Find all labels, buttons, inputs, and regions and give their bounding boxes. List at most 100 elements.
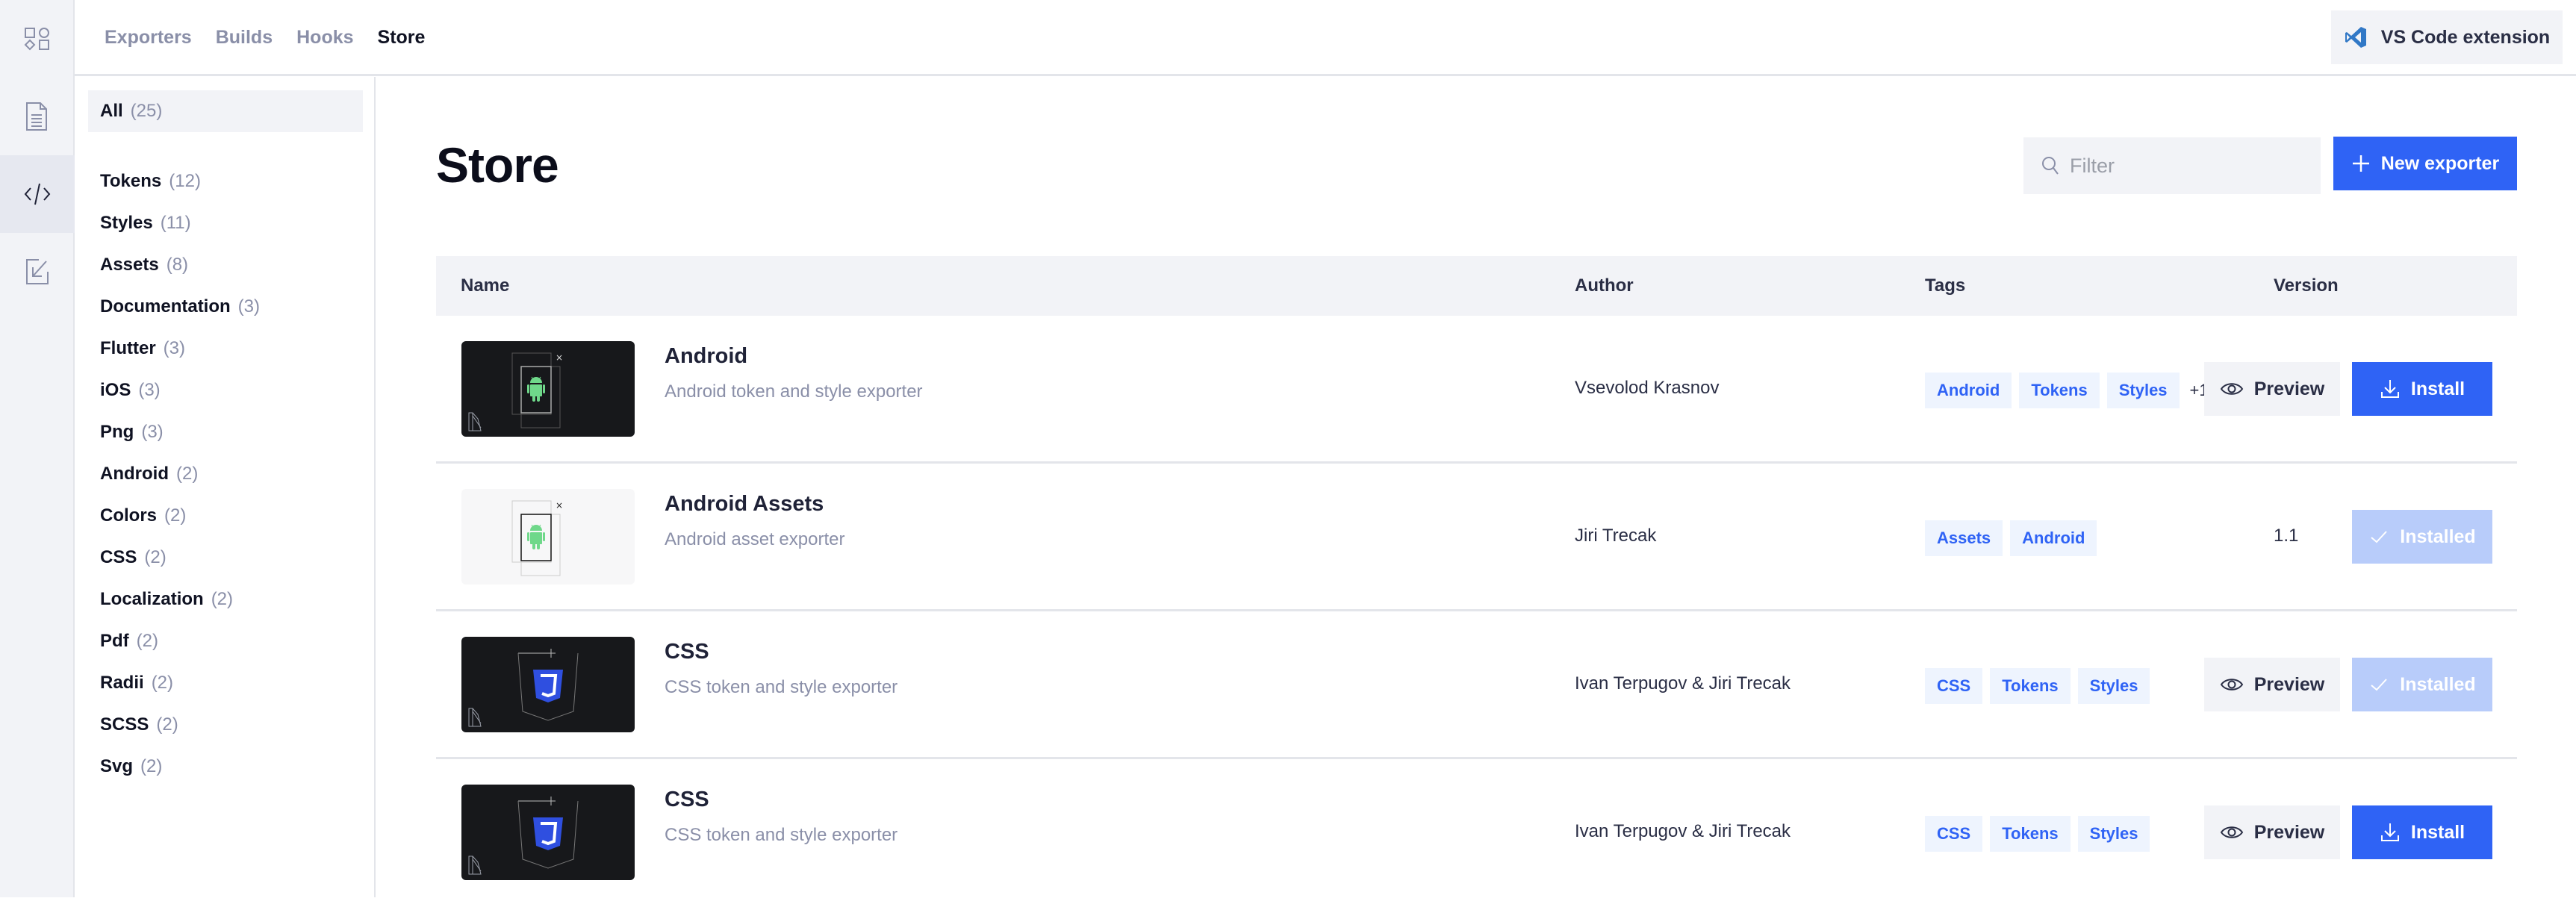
category-label: Colors [100, 505, 157, 526]
preview-button[interactable]: Preview [2204, 362, 2340, 416]
exporter-version: 1.1 [2274, 464, 2298, 608]
category-label: SCSS [100, 714, 149, 735]
column-header-author[interactable]: Author [1575, 256, 1634, 316]
document-icon [24, 102, 51, 131]
category-item-scss[interactable]: SCSS(2) [88, 704, 363, 746]
filter-field[interactable] [2023, 137, 2321, 194]
category-item-png[interactable]: Png (3) [88, 411, 363, 453]
category-item-assets[interactable]: Assets(8) [88, 244, 363, 286]
tag-badge[interactable]: Styles [2078, 668, 2150, 704]
column-header-version[interactable]: Version [2274, 256, 2339, 316]
category-label: Android [100, 464, 169, 484]
eye-icon [2220, 676, 2244, 693]
android-robot-icon [527, 525, 545, 549]
search-icon [2041, 156, 2059, 175]
top-nav: Exporters Builds Hooks Store [105, 0, 425, 75]
category-item-svg[interactable]: Svg(2) [88, 746, 363, 788]
exporter-tags: AndroidTokensStyles+1 [1925, 373, 2209, 408]
category-count: (2) [176, 464, 198, 484]
exporter-tags: CSSTokensStyles [1925, 668, 2150, 704]
tag-badge[interactable]: Android [2010, 520, 2097, 556]
install-button[interactable]: Install [2352, 805, 2492, 859]
category-item-flutter[interactable]: Flutter(3) [88, 328, 363, 370]
tag-badge[interactable]: Tokens [2019, 373, 2099, 408]
exporters-table: Name Author Tags Version ×AndroidAndroid… [436, 256, 2517, 907]
tag-badge[interactable]: Assets [1925, 520, 2003, 556]
exporter-author: Vsevolod Krasnov [1575, 316, 1719, 461]
category-item-localization[interactable]: Localization(2) [88, 579, 363, 620]
tag-badge[interactable]: CSS [1925, 668, 1982, 704]
tag-badge[interactable]: Tokens [1990, 816, 2070, 852]
category-count: (3) [141, 422, 163, 443]
category-item-styles[interactable]: Styles (11) [88, 202, 363, 244]
category-label: Pdf [100, 631, 129, 652]
app-rail [0, 0, 75, 897]
supernova-logo-icon [469, 708, 481, 726]
table-row[interactable]: ×Android AssetsAndroid asset exporterJir… [436, 464, 2517, 611]
install-label: Install [2411, 378, 2465, 400]
category-count: (2) [164, 505, 186, 526]
category-label: Styles [100, 213, 153, 234]
vscode-extension-button[interactable]: VS Code extension [2331, 10, 2563, 64]
category-count: (11) [161, 213, 191, 234]
exporter-name[interactable]: CSS [665, 788, 709, 812]
new-exporter-button[interactable]: New exporter [2333, 137, 2517, 190]
svg-text:×: × [556, 500, 563, 511]
exporter-description: CSS token and style exporter [665, 825, 897, 846]
category-item-android[interactable]: Android (2) [88, 453, 363, 495]
exporter-name[interactable]: Android Assets [665, 492, 824, 517]
exporter-name[interactable]: Android [665, 344, 747, 369]
table-row[interactable]: ×AndroidAndroid token and style exporter… [436, 316, 2517, 464]
category-count: (3) [164, 338, 185, 359]
category-label: Documentation [100, 296, 231, 317]
table-row[interactable]: CSSCSS token and style exporterIvan Terp… [436, 759, 2517, 907]
category-item-pdf[interactable]: Pdf (2) [88, 620, 363, 662]
preview-button[interactable]: Preview [2204, 805, 2340, 859]
nav-exporters[interactable]: Exporters [105, 27, 192, 49]
category-item-documentation[interactable]: Documentation(3) [88, 286, 363, 328]
rail-item-documentation[interactable] [0, 78, 75, 155]
download-icon [2380, 378, 2401, 399]
tag-badge[interactable]: Tokens [1990, 668, 2070, 704]
column-header-name[interactable]: Name [461, 256, 509, 316]
category-item-colors[interactable]: Colors (2) [88, 495, 363, 537]
android-robot-icon [527, 377, 545, 402]
tag-badge[interactable]: CSS [1925, 816, 1982, 852]
category-label: All [100, 101, 123, 122]
tag-badge[interactable]: Styles [2107, 373, 2180, 408]
category-item-tokens[interactable]: Tokens(12) [88, 160, 363, 202]
android-thumbnail-art: × [461, 341, 635, 437]
plus-icon [2351, 154, 2371, 173]
category-count: (2) [140, 756, 162, 777]
category-item-radii[interactable]: Radii(2) [88, 662, 363, 704]
download-icon [2380, 822, 2401, 843]
column-header-tags[interactable]: Tags [1925, 256, 1965, 316]
rail-item-code[interactable] [0, 155, 75, 233]
category-item-css[interactable]: CSS(2) [88, 537, 363, 579]
category-label: CSS [100, 547, 137, 568]
rail-item-import[interactable] [0, 233, 75, 311]
nav-hooks[interactable]: Hooks [296, 27, 353, 49]
category-item-all[interactable]: All(25) [88, 90, 363, 132]
nav-builds[interactable]: Builds [216, 27, 273, 49]
table-row[interactable]: CSSCSS token and style exporterIvan Terp… [436, 611, 2517, 759]
rail-item-components[interactable] [0, 0, 75, 78]
tag-badge[interactable]: Android [1925, 373, 2012, 408]
install-button[interactable]: Install [2352, 362, 2492, 416]
css-thumbnail-art [461, 785, 635, 880]
category-label: Png [100, 422, 134, 443]
exporter-thumbnail [461, 637, 635, 732]
top-bar: Exporters Builds Hooks Store VS Code ext… [75, 0, 2576, 76]
install-label: Install [2411, 822, 2465, 844]
preview-button[interactable]: Preview [2204, 658, 2340, 711]
main-content: Store New exporter Name Author Tags Vers… [376, 77, 2576, 897]
preview-label: Preview [2254, 674, 2325, 696]
category-count: (12) [169, 171, 201, 192]
tag-badge[interactable]: Styles [2078, 816, 2150, 852]
exporter-name[interactable]: CSS [665, 640, 709, 664]
nav-store[interactable]: Store [378, 27, 426, 49]
filter-input[interactable] [2070, 155, 2294, 178]
category-count: (2) [137, 631, 158, 652]
new-exporter-label: New exporter [2381, 153, 2499, 175]
category-item-ios[interactable]: iOS(3) [88, 370, 363, 411]
